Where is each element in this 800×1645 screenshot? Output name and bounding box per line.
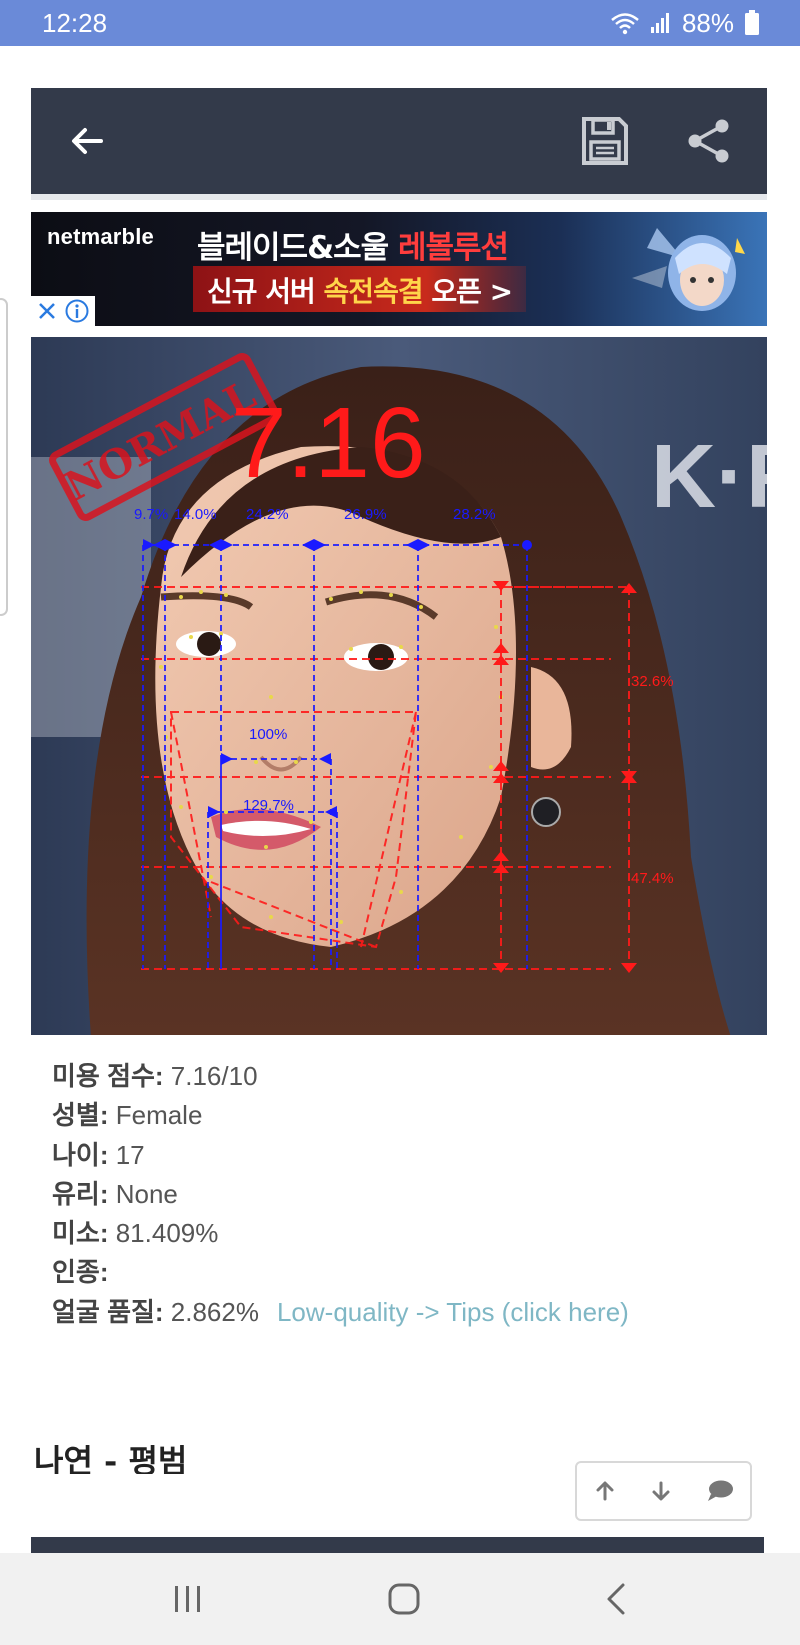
info-label: 나이: [52, 1139, 109, 1170]
arrow-left-icon [72, 128, 103, 154]
comment-button[interactable] [706, 1479, 734, 1503]
info-row-score: 미용 점수: 7.16/10 [52, 1057, 629, 1096]
width-label-1: 9.7% [134, 506, 168, 523]
recents-button[interactable] [172, 1584, 204, 1614]
ad-subline-highlight: 속전속결 [323, 275, 424, 308]
status-bar: 12:28 88% [0, 0, 800, 46]
nose-width-label: 100% [249, 726, 287, 743]
ad-character-art [632, 228, 745, 311]
save-button[interactable] [581, 116, 629, 166]
face-analysis-graphic: K·F [31, 337, 767, 1035]
scroll-down-button[interactable] [649, 1479, 673, 1503]
info-value: 7.16/10 [163, 1061, 258, 1091]
info-row-age: 나이: 17 [52, 1136, 629, 1175]
ad-banner[interactable]: netmarble 블레이드&소울 레볼루션 신규 서버 속전속결 오픈 > [31, 212, 767, 326]
face-analysis-image: K·F [31, 337, 767, 1035]
ad-headline-red: 레볼루션 [397, 230, 509, 266]
ad-headline-white: 블레이드&소울 [197, 230, 398, 266]
info-row-glasses: 유리: None [52, 1175, 629, 1214]
info-value: 81.409% [108, 1218, 219, 1249]
home-icon [388, 1583, 420, 1615]
back-chevron-icon [607, 1583, 625, 1615]
status-time: 12:28 [42, 7, 108, 38]
info-label: 미용 점수: [52, 1061, 164, 1091]
section-title: 나연 - 평범 [34, 1442, 188, 1474]
width-label-2: 14.0% [174, 506, 217, 523]
system-nav-bar [0, 1553, 800, 1645]
edge-panel-handle[interactable] [0, 298, 8, 616]
close-icon[interactable] [36, 300, 58, 322]
battery-icon [745, 10, 759, 35]
arrow-down-icon [652, 1481, 670, 1501]
width-label-3: 24.2% [246, 506, 289, 523]
info-value: 2.862% [163, 1296, 259, 1327]
info-row-quality: 얼굴 품질: 2.862% Low-quality -> Tips (click … [52, 1293, 629, 1332]
toolbar-actions [581, 116, 733, 166]
info-value: 17 [108, 1139, 145, 1170]
ad-choices[interactable] [31, 296, 95, 326]
bottom-bar-edge [31, 1537, 764, 1553]
info-icon[interactable] [64, 298, 90, 324]
status-indicators: 88% [610, 8, 760, 39]
floating-nav [575, 1461, 752, 1521]
upper-ratio-label: 32.6% [631, 673, 674, 690]
signal-icon [650, 13, 669, 33]
battery-percent: 88% [681, 7, 734, 38]
info-label: 유리: [52, 1178, 109, 1209]
info-row-smile: 미소: 81.409% [52, 1214, 629, 1253]
recents-icon [174, 1586, 200, 1612]
comment-icon [707, 1480, 733, 1501]
width-label-5: 28.2% [453, 506, 496, 523]
floppy-disk-icon [582, 117, 628, 165]
svg-text:K·F: K·F [651, 427, 767, 527]
home-button[interactable] [387, 1582, 421, 1616]
info-value: None [108, 1178, 178, 1209]
ad-subline: 신규 서버 속전속결 오픈 > [193, 266, 527, 312]
info-label: 얼굴 품질: [52, 1296, 164, 1327]
info-label: 성별: [52, 1100, 109, 1131]
score-big: 7.16 [231, 387, 426, 499]
info-row-race: 인종: [52, 1253, 629, 1292]
info-value: Female [108, 1100, 203, 1131]
ad-headline: 블레이드&소울 레볼루션 [197, 222, 509, 267]
ad-brand-logo: netmarble [47, 224, 154, 249]
back-button[interactable] [67, 121, 107, 161]
info-label: 인종: [52, 1257, 109, 1288]
share-icon [688, 119, 729, 163]
system-back-button[interactable] [604, 1582, 628, 1616]
width-label-4: 26.9% [344, 506, 387, 523]
app-toolbar [31, 88, 767, 200]
mouth-width-label: 129.7% [243, 797, 294, 814]
info-row-gender: 성별: Female [52, 1096, 629, 1135]
analysis-info: 미용 점수: 7.16/10 성별: Female 나이: 17 유리: Non… [52, 1057, 629, 1332]
ad-subline-part1: 신규 서버 [207, 275, 324, 308]
wifi-icon [611, 13, 639, 35]
ad-subline-part2: 오픈 > [422, 275, 513, 308]
info-label: 미소: [52, 1218, 109, 1249]
lower-ratio-label: 47.4% [631, 870, 674, 887]
arrow-up-icon [596, 1481, 614, 1501]
tips-link[interactable]: Low-quality -> Tips (click here) [277, 1297, 629, 1327]
scroll-up-button[interactable] [593, 1479, 617, 1503]
share-button[interactable] [685, 117, 733, 165]
